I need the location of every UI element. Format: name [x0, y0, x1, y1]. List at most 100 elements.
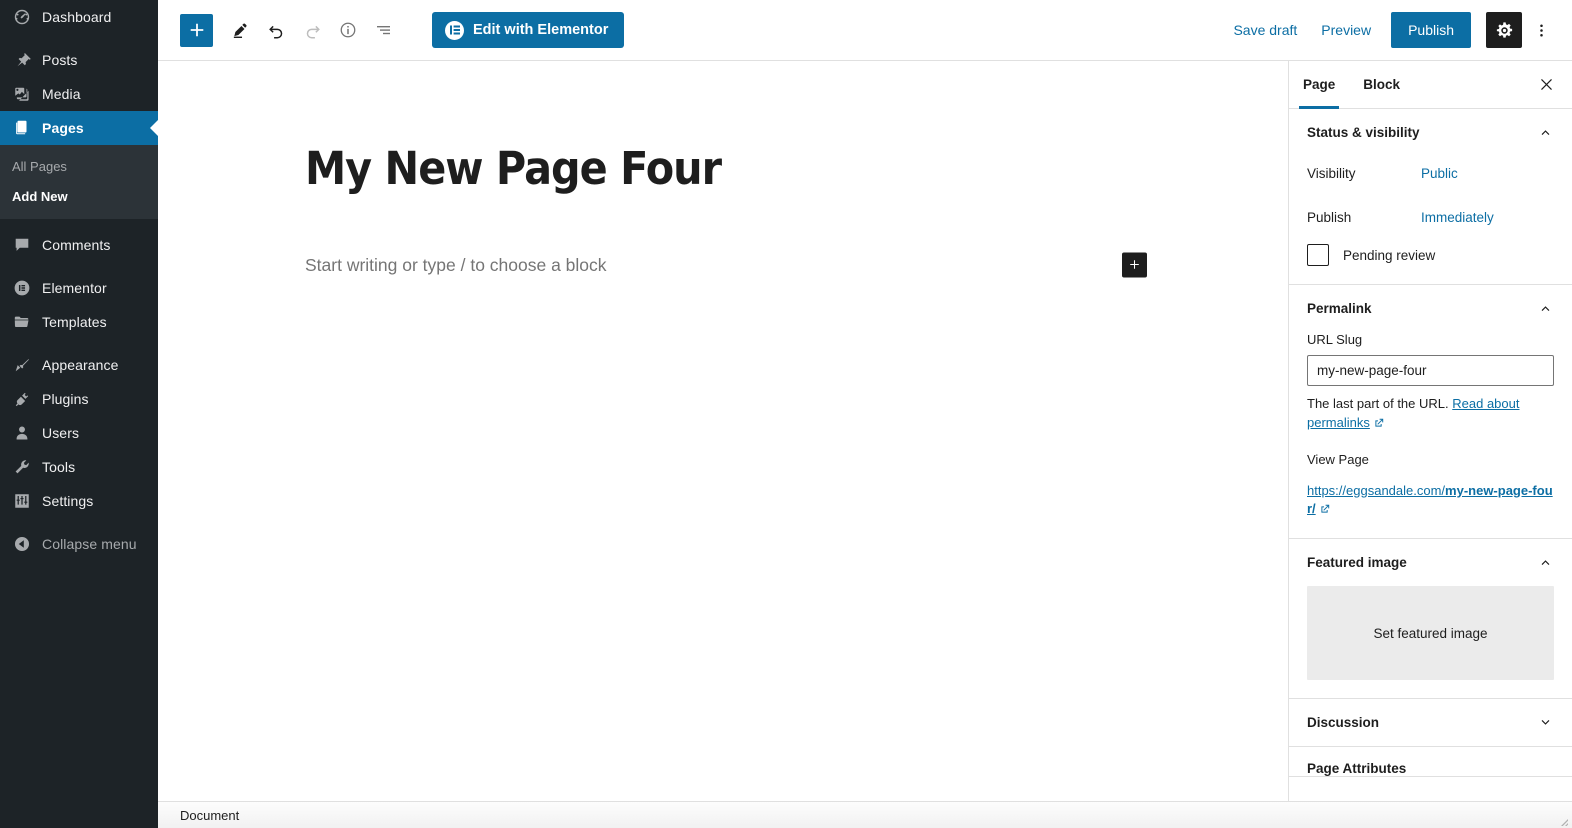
plus-icon [190, 23, 203, 37]
sidebar-item-elementor[interactable]: Elementor [0, 271, 158, 305]
permalink-url-base: https://eggsandale.com/ [1307, 482, 1446, 498]
gear-icon [1496, 21, 1512, 38]
settings-gear-button[interactable] [1486, 12, 1522, 48]
chevron-up-icon [1537, 554, 1554, 571]
sidebar-item-dashboard[interactable]: Dashboard [0, 0, 158, 34]
resize-grip-icon[interactable] [1557, 814, 1569, 826]
panel-toggle-featured-image[interactable]: Featured image [1307, 539, 1554, 586]
elementor-button-label: Edit with Elementor [473, 22, 609, 38]
panel-toggle-discussion[interactable]: Discussion [1307, 699, 1554, 746]
permalink-help-text: The last part of the URL. Read about per… [1307, 395, 1554, 435]
sidebar-item-tools[interactable]: Tools [0, 450, 158, 484]
default-paragraph-block[interactable]: Start writing or type / to choose a bloc… [305, 251, 1285, 279]
visibility-label: Visibility [1307, 165, 1356, 181]
settings-scroll-area[interactable]: Status & visibility Visibility Public Pu… [1289, 109, 1572, 828]
media-icon [12, 84, 32, 104]
wrench-icon [12, 457, 32, 477]
visibility-value-button[interactable]: Public [1421, 166, 1458, 181]
sidebar-item-label: Tools [42, 459, 76, 475]
dashboard-gauge-icon [12, 7, 32, 27]
panel-toggle-permalink[interactable]: Permalink [1307, 285, 1554, 332]
editor-body: My New Page Four Start writing or type /… [158, 61, 1572, 828]
block-appender-button[interactable] [1122, 252, 1147, 278]
elementor-logo-icon [445, 20, 464, 40]
redo-icon [306, 25, 320, 38]
pin-icon [12, 50, 32, 70]
toolbar-right-group: Save draft Preview Publish [1221, 12, 1556, 48]
list-view-button[interactable] [366, 12, 402, 48]
sidebar-item-pages[interactable]: Pages [0, 111, 158, 145]
sidebar-item-label: Pages [42, 120, 84, 136]
pending-review-label: Pending review [1343, 247, 1436, 263]
close-settings-button[interactable] [1526, 61, 1566, 108]
panel-featured-image: Featured image Set featured image [1289, 539, 1572, 700]
more-options-button[interactable] [1526, 12, 1556, 48]
admin-sidebar: Dashboard Posts Media Pages All Pages Ad… [0, 0, 158, 828]
editor-canvas[interactable]: My New Page Four Start writing or type /… [158, 61, 1288, 828]
sidebar-item-media[interactable]: Media [0, 77, 158, 111]
comment-bubble-icon [12, 235, 32, 255]
tab-page[interactable]: Page [1289, 61, 1349, 109]
undo-button[interactable] [258, 12, 294, 48]
publish-button[interactable]: Publish [1391, 12, 1471, 48]
panel-page-attributes: Page Attributes [1289, 747, 1572, 778]
add-block-button[interactable] [180, 13, 213, 47]
edit-with-elementor-button[interactable]: Edit with Elementor [432, 12, 625, 48]
user-icon [12, 423, 32, 443]
sidebar-item-label: Media [42, 86, 81, 102]
sidebar-subitem-all-pages[interactable]: All Pages [0, 152, 158, 182]
preview-button[interactable]: Preview [1309, 14, 1383, 46]
kebab-menu-icon [1539, 23, 1543, 37]
panel-permalink: Permalink URL Slug The last part of the … [1289, 285, 1572, 540]
sidebar-item-label: Settings [42, 493, 94, 509]
publish-value-button[interactable]: Immediately [1421, 210, 1494, 225]
panel-title: Discussion [1307, 715, 1380, 731]
publish-row: Publish Immediately [1307, 200, 1554, 234]
tab-block[interactable]: Block [1349, 61, 1414, 108]
sidebar-item-label: Templates [42, 314, 107, 330]
settings-sidebar: Page Block Status & visibility Visibilit… [1288, 61, 1572, 828]
panel-body-status-visibility: Visibility Public Publish Immediately Pe… [1307, 156, 1554, 284]
settings-tablist: Page Block [1289, 61, 1572, 109]
panel-toggle-status-visibility[interactable]: Status & visibility [1307, 109, 1554, 156]
url-slug-input[interactable] [1307, 355, 1554, 386]
set-featured-image-button[interactable]: Set featured image [1307, 586, 1554, 681]
publish-label: Publish [1307, 209, 1352, 225]
panel-title: Page Attributes [1307, 761, 1407, 777]
sidebar-item-collapse-menu[interactable]: Collapse menu [0, 527, 158, 561]
toolbar-left-group: Edit with Elementor [180, 12, 625, 48]
post-title-input[interactable]: My New Page Four [305, 143, 1081, 195]
editor-main-column: Edit with Elementor Save draft Preview P… [158, 0, 1572, 828]
breadcrumb[interactable]: Document [180, 808, 239, 823]
panel-title: Featured image [1307, 555, 1407, 571]
plug-icon [12, 389, 32, 409]
sidebar-item-posts[interactable]: Posts [0, 43, 158, 77]
pending-review-checkbox[interactable] [1307, 244, 1329, 266]
panel-body-permalink: URL Slug The last part of the URL. Read … [1307, 332, 1554, 538]
permalink-help-prefix: The last part of the URL. [1307, 396, 1449, 411]
external-link-icon [1373, 416, 1385, 435]
sidebar-item-users[interactable]: Users [0, 416, 158, 450]
sidebar-item-label: Posts [42, 52, 78, 68]
sidebar-item-templates[interactable]: Templates [0, 305, 158, 339]
sidebar-item-comments[interactable]: Comments [0, 228, 158, 262]
external-link-icon [1319, 502, 1331, 520]
undo-icon [268, 25, 282, 38]
details-info-button[interactable] [330, 12, 366, 48]
pending-review-row: Pending review [1307, 244, 1554, 266]
sidebar-item-label: Comments [42, 237, 111, 253]
panel-title: Permalink [1307, 301, 1372, 316]
panel-title: Status & visibility [1307, 125, 1420, 140]
paragraph-placeholder[interactable]: Start writing or type / to choose a bloc… [305, 251, 607, 279]
sidebar-item-label: Users [42, 425, 80, 441]
sidebar-item-plugins[interactable]: Plugins [0, 382, 158, 416]
sidebar-item-appearance[interactable]: Appearance [0, 348, 158, 382]
sidebar-subitem-add-new[interactable]: Add New [0, 182, 158, 212]
sidebar-item-settings[interactable]: Settings [0, 484, 158, 518]
permalink-url-link[interactable]: https://eggsandale.com/my-new-page-four/ [1307, 482, 1554, 520]
redo-button[interactable] [294, 12, 330, 48]
save-draft-button[interactable]: Save draft [1221, 14, 1309, 46]
tools-pencil-button[interactable] [222, 12, 258, 48]
